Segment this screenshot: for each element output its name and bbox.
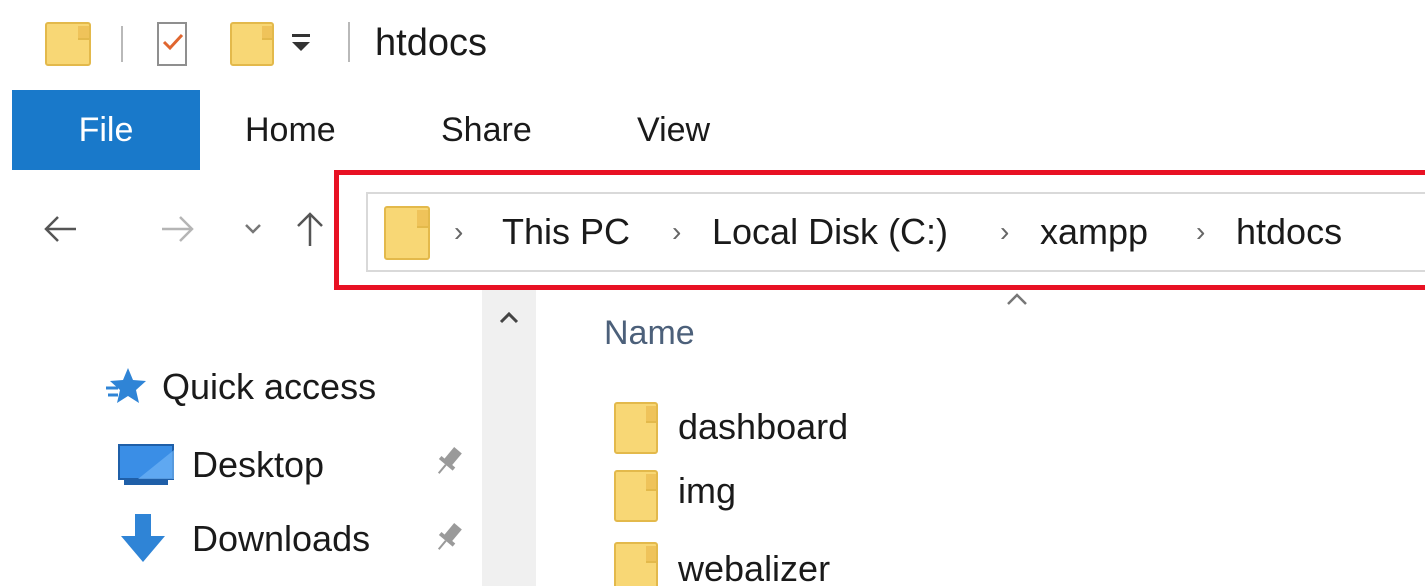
scroll-up-icon[interactable] — [496, 308, 522, 328]
recent-locations-chevron-down-icon[interactable] — [240, 204, 266, 254]
folder-icon — [614, 542, 658, 586]
file-name: webalizer — [678, 548, 831, 586]
nav-item-label: Desktop — [192, 444, 325, 485]
navigation-pane: Quick access Desktop Downloads — [0, 290, 536, 586]
sort-ascending-caret-icon — [1007, 293, 1027, 305]
tab-share[interactable]: Share — [441, 90, 532, 170]
customize-toolbar-dropdown-icon[interactable] — [288, 26, 314, 56]
properties-icon[interactable] — [157, 22, 187, 66]
file-row-dashboard[interactable]: dashboard — [610, 398, 1310, 462]
breadcrumb-separator: › — [1196, 216, 1206, 247]
breadcrumb-this-pc[interactable]: This PC — [502, 206, 630, 258]
ribbon-tabs: File Home Share View — [0, 88, 1425, 172]
folder-icon — [384, 206, 430, 260]
up-button[interactable] — [290, 204, 330, 254]
breadcrumb-separator: › — [454, 216, 464, 247]
file-name: dashboard — [678, 406, 849, 447]
pin-icon[interactable] — [432, 444, 466, 478]
nav-item-label: Downloads — [192, 518, 371, 559]
download-arrow-icon — [121, 514, 165, 562]
new-folder-icon[interactable] — [230, 22, 274, 66]
back-button[interactable] — [40, 204, 80, 254]
file-row-webalizer[interactable]: webalizer — [610, 538, 1310, 586]
navigation-bar: › This PC › Local Disk (C:) › xampp › ht… — [0, 172, 1425, 290]
folder-icon — [45, 22, 91, 66]
window-title: htdocs — [375, 22, 487, 64]
tab-home[interactable]: Home — [245, 90, 336, 170]
forward-button[interactable] — [158, 204, 198, 254]
nav-item-downloads[interactable]: Downloads — [0, 508, 480, 578]
navigation-pane-scrollbar[interactable] — [482, 290, 536, 586]
nav-item-quick-access[interactable]: Quick access — [0, 356, 480, 426]
breadcrumb-separator: › — [672, 216, 682, 247]
star-icon — [106, 368, 146, 403]
tab-file[interactable]: File — [12, 90, 200, 170]
toolbar-separator — [121, 26, 123, 62]
toolbar-separator — [348, 22, 350, 62]
file-name: img — [678, 470, 737, 511]
title-bar: htdocs — [0, 0, 1425, 88]
nav-item-desktop[interactable]: Desktop — [0, 432, 480, 502]
desktop-icon — [118, 444, 174, 485]
address-bar[interactable]: › This PC › Local Disk (C:) › xampp › ht… — [366, 192, 1425, 272]
breadcrumb-local-disk[interactable]: Local Disk (C:) — [712, 206, 948, 258]
breadcrumb-htdocs[interactable]: htdocs — [1236, 206, 1342, 258]
tab-view[interactable]: View — [637, 90, 710, 170]
folder-icon — [614, 470, 658, 522]
pin-icon[interactable] — [432, 520, 466, 554]
file-explorer-window: htdocs File Home Share View › This PC › … — [0, 0, 1425, 586]
column-header-name[interactable]: Name — [604, 308, 695, 358]
folder-icon — [614, 402, 658, 454]
file-row-img[interactable]: img — [610, 466, 1310, 530]
breadcrumb-xampp[interactable]: xampp — [1040, 206, 1148, 258]
nav-item-label: Quick access — [162, 366, 377, 407]
file-list-pane: Name dashboard img webalizer — [536, 290, 1425, 586]
breadcrumb-separator: › — [1000, 216, 1010, 247]
